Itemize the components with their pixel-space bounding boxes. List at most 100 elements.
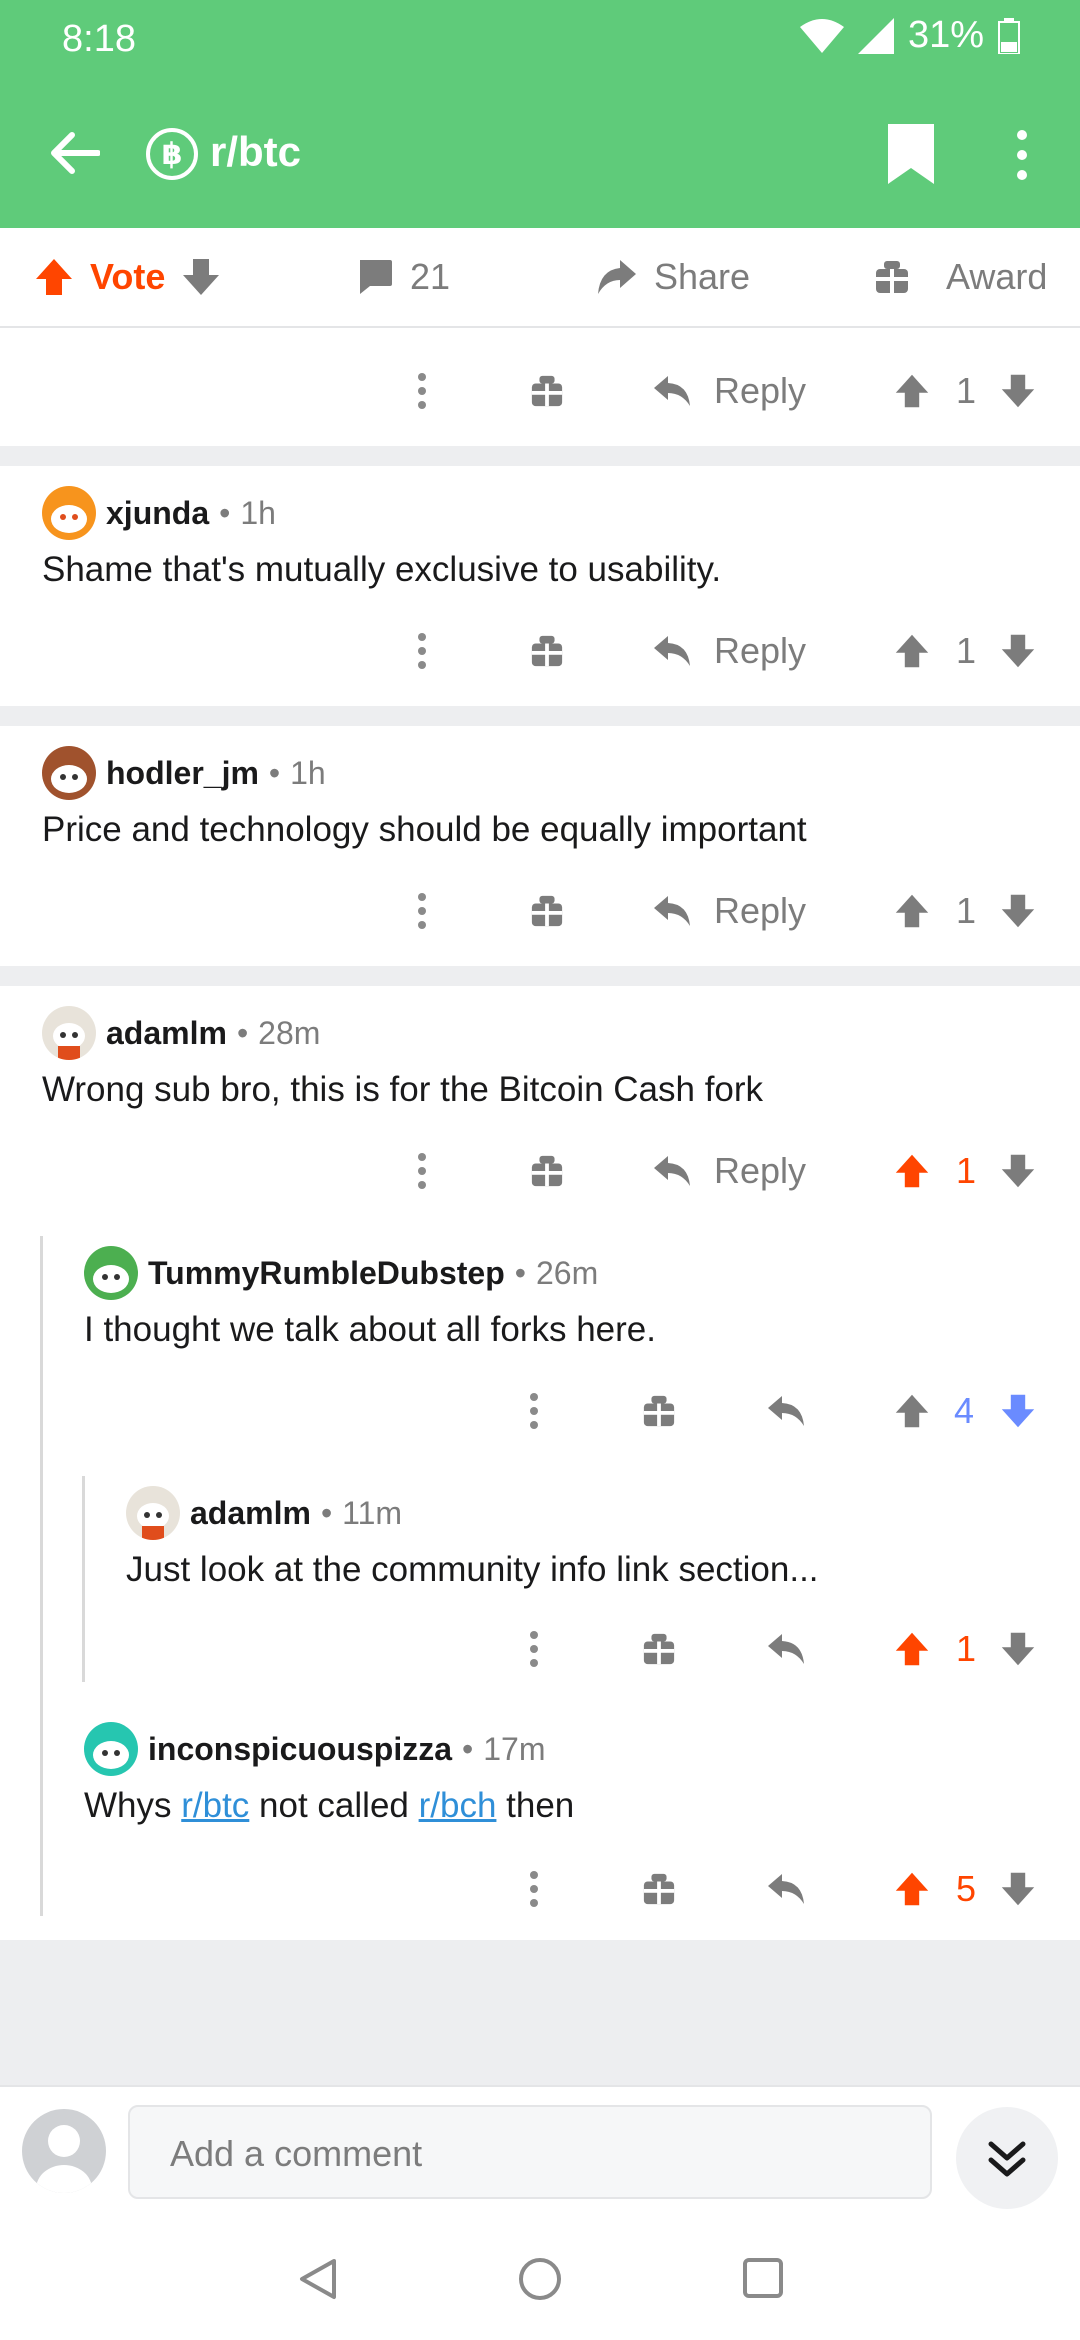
avatar[interactable] (84, 1722, 138, 1776)
downvote-icon[interactable] (1000, 893, 1036, 929)
subreddit-link[interactable]: r/btc (181, 1786, 249, 1825)
reply-icon[interactable] (766, 1872, 806, 1906)
comment-time: 1h (240, 494, 276, 531)
upvote-icon[interactable] (894, 1871, 930, 1907)
downvote-icon[interactable] (1000, 1871, 1036, 1907)
avatar[interactable] (126, 1486, 180, 1540)
comment-header: adamlm • 28m (42, 1006, 320, 1060)
comment-author[interactable]: adamlm (106, 1015, 227, 1052)
upvote-icon[interactable] (894, 1153, 930, 1189)
gift-icon[interactable] (530, 1154, 564, 1188)
app-header: ฿ r/btc (0, 80, 1080, 228)
more-icon[interactable] (418, 1153, 426, 1189)
reply-icon (654, 1156, 690, 1186)
add-comment-input[interactable]: Add a comment (128, 2105, 932, 2199)
comment-time: 26m (535, 1254, 599, 1291)
thread-line[interactable] (40, 1236, 43, 1916)
upvote-icon[interactable] (894, 633, 930, 669)
avatar[interactable] (42, 486, 96, 540)
system-nav-bar (0, 2215, 1080, 2340)
reply-button[interactable]: Reply (652, 890, 806, 932)
comment-actions: Reply 1 (0, 876, 1080, 946)
more-icon[interactable] (418, 893, 426, 929)
comment-actions: Reply 1 (0, 616, 1080, 686)
back-arrow-icon (51, 132, 100, 174)
comment-author[interactable]: hodler_jm (106, 755, 259, 792)
reply-label: Reply (714, 890, 807, 931)
back-button[interactable] (40, 118, 110, 188)
score: 4 (954, 1390, 975, 1431)
downvote-icon[interactable] (1000, 633, 1036, 669)
comment-author[interactable]: inconspicuouspizza (148, 1731, 452, 1768)
score: 1 (956, 1628, 977, 1669)
comment-text: Whys r/btc not called r/bch then (84, 1786, 575, 1825)
gift-icon[interactable] (530, 894, 564, 928)
comment-text: Just look at the community info link sec… (126, 1550, 819, 1589)
bookmark-button[interactable] (884, 122, 938, 186)
comment-separator (0, 966, 1080, 986)
gift-icon[interactable] (530, 634, 564, 668)
comment-header: TummyRumbleDubstep • 26m (84, 1246, 598, 1300)
comment-author[interactable]: adamlm (190, 1495, 311, 1532)
share-button[interactable]: Share (596, 256, 750, 298)
nav-home-icon[interactable] (518, 2257, 562, 2301)
upvote-icon[interactable] (894, 1393, 930, 1429)
reply-label: Reply (714, 1150, 807, 1191)
status-bar: 8:18 31% (0, 0, 1080, 80)
comments-button[interactable]: 21 (356, 256, 450, 298)
score: 5 (956, 1868, 977, 1909)
battery-percent: 31% (907, 14, 984, 56)
nav-back-icon[interactable] (298, 2257, 338, 2301)
downvote-icon[interactable] (181, 257, 221, 297)
subreddit-name[interactable]: r/btc (210, 128, 301, 176)
downvote-icon[interactable] (1000, 1393, 1036, 1429)
more-icon[interactable] (418, 633, 426, 669)
wifi-icon (799, 18, 844, 53)
reply-icon (654, 636, 690, 666)
user-avatar[interactable] (22, 2109, 106, 2193)
more-icon[interactable] (530, 1393, 538, 1429)
reply-button[interactable]: Reply (652, 1150, 806, 1192)
double-chevron-down-icon (988, 2141, 1026, 2177)
award-button[interactable]: Award (874, 256, 1047, 298)
upvote-icon[interactable] (894, 1631, 930, 1667)
gift-icon[interactable] (530, 374, 564, 408)
reply-button[interactable]: Reply (652, 630, 806, 672)
upvote-icon[interactable] (34, 257, 74, 297)
avatar[interactable] (42, 1006, 96, 1060)
reply-icon[interactable] (766, 1394, 806, 1428)
downvote-icon[interactable] (1000, 373, 1036, 409)
reply-label: Reply (714, 630, 807, 671)
comment-actions: 5 (0, 1854, 1080, 1924)
more-icon[interactable] (530, 1871, 538, 1907)
reply-icon[interactable] (766, 1632, 806, 1666)
comment-header: inconspicuouspizza • 17m (84, 1722, 545, 1776)
score: 1 (956, 370, 977, 411)
more-options-button[interactable] (1000, 120, 1044, 190)
comment-author[interactable]: xjunda (106, 495, 209, 532)
gift-icon (876, 261, 908, 293)
jump-to-next-button[interactable] (956, 2107, 1058, 2209)
score: 1 (956, 630, 977, 671)
upvote-icon[interactable] (894, 893, 930, 929)
comment-time: 17m (483, 1730, 546, 1767)
downvote-icon[interactable] (1000, 1631, 1036, 1667)
subreddit-link[interactable]: r/bch (419, 1786, 497, 1825)
more-icon[interactable] (530, 1631, 538, 1667)
avatar[interactable] (42, 746, 96, 800)
upvote-icon[interactable] (894, 373, 930, 409)
comment-header: hodler_jm • 1h (42, 746, 326, 800)
gift-icon[interactable] (642, 1632, 676, 1666)
award-label: Award (946, 256, 1048, 297)
comment-header: adamlm • 11m (126, 1486, 402, 1540)
more-icon[interactable] (418, 373, 426, 409)
gift-icon[interactable] (642, 1394, 676, 1428)
avatar[interactable] (84, 1246, 138, 1300)
reply-button[interactable]: Reply (652, 370, 806, 412)
gift-icon[interactable] (642, 1872, 676, 1906)
nav-recents-icon[interactable] (742, 2257, 784, 2299)
comment-separator (0, 706, 1080, 726)
comment-author[interactable]: TummyRumbleDubstep (148, 1255, 505, 1292)
downvote-icon[interactable] (1000, 1153, 1036, 1189)
comment-time: 11m (342, 1494, 403, 1531)
